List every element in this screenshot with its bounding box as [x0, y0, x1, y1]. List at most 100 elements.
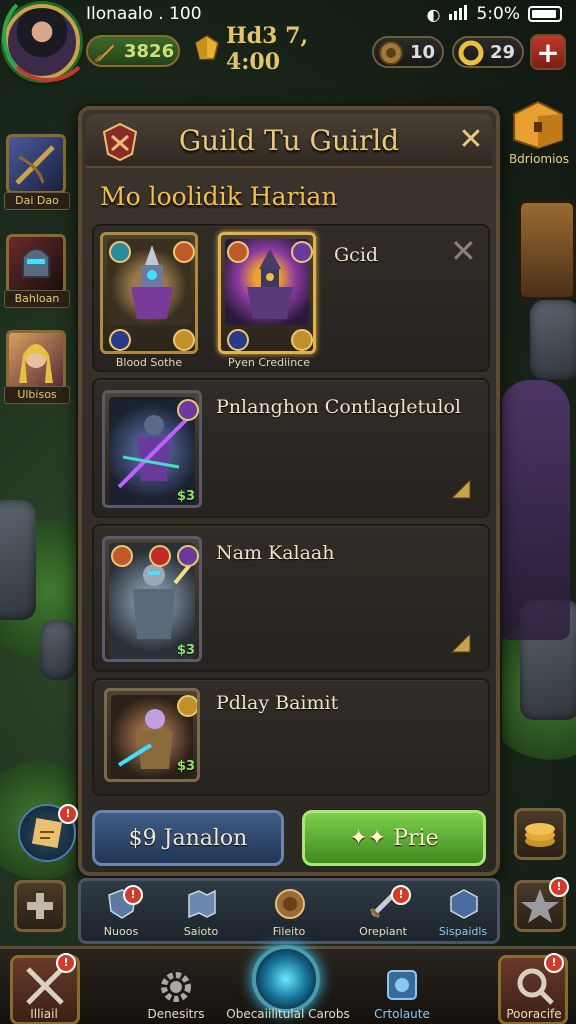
signal-icon [448, 4, 468, 25]
panel-subtitle: Mo loolidik Harian [100, 182, 338, 211]
row-title: Pdlay Baimit [216, 692, 339, 714]
sorceress-portrait-icon [19, 344, 53, 383]
hero-card[interactable] [100, 232, 198, 354]
row-title: Nam Kalaah [216, 542, 335, 564]
crossbow-icon [15, 145, 55, 185]
side-hero-3[interactable] [6, 330, 66, 390]
gem-value: Hd3 7, 4:00 [226, 23, 309, 75]
close-icon: ✕ [450, 232, 477, 270]
map-icon [188, 889, 216, 919]
gear-icon [161, 972, 191, 1002]
list-item[interactable]: $3 Pnlanghon Contlagletulol [92, 378, 490, 518]
notification-badge: ! [123, 885, 143, 905]
hero-card[interactable]: $3 [102, 390, 202, 508]
close-button[interactable]: ✕ [456, 125, 486, 156]
sub-tab-label: Nuoos [103, 925, 139, 938]
secondary-action-button[interactable]: ✦✦ Prie [302, 810, 486, 866]
hero-card[interactable]: $3 [104, 688, 200, 782]
list-item[interactable]: $3 Pdlay Baimit [92, 678, 490, 796]
nav-label: Obecaiilitulal Carobs [226, 1007, 350, 1021]
treasure-chest-icon [513, 100, 563, 150]
notification-badge: ! [58, 804, 78, 824]
portal-orb-icon [252, 945, 320, 1013]
sub-tab-label: Fileito [272, 925, 306, 938]
gold-value: 3826 [124, 40, 175, 62]
gold-ring-icon [458, 40, 484, 66]
sub-tab-1[interactable]: ! Nuoos [81, 885, 161, 943]
side-hero-1[interactable] [6, 134, 66, 194]
row-title: Pnlanghon Contlagletulol [216, 396, 461, 418]
sub-tab-label: Orepiant [359, 925, 407, 938]
sub-tab-5[interactable]: Sispaidls [423, 885, 503, 943]
chest-label: Bdriomios [508, 152, 570, 166]
battery-percent: 5:0% [476, 4, 520, 24]
notification-badge: ! [56, 953, 76, 973]
panel-title: Guild Tu Guirld [178, 124, 400, 157]
notification-badge: ! [549, 877, 569, 897]
right-coins-button[interactable] [514, 808, 566, 860]
hero-level: $3 [177, 759, 196, 774]
background-totem [518, 200, 576, 300]
sub-tab-3[interactable]: Fileito [249, 885, 329, 943]
coin-stack-icon [525, 823, 555, 847]
resource-a-value: 10 [410, 41, 436, 63]
sub-tab-bar: ! Nuoos Saioto Fileito ! Orepiant Sispai… [78, 878, 500, 944]
hero-card-icon [387, 970, 417, 1000]
nav-item-heroes[interactable]: Crtolaute [352, 953, 452, 1024]
battery-icon [528, 6, 562, 22]
gem-counter[interactable]: Hd3 7, 4:00 [190, 23, 340, 75]
guild-panel: Guild Tu Guirld ✕ Mo loolidik Harian Blo… [78, 106, 500, 876]
list-item[interactable]: $3 Nam Kalaah [92, 524, 490, 672]
side-hero-3-label: Ulbisos [4, 386, 70, 404]
background-warrior-right [500, 380, 570, 640]
sub-tab-2[interactable]: Saioto [161, 885, 241, 943]
resource-a-counter[interactable]: 10 [372, 36, 444, 68]
nav-label: Crtolaute [374, 1007, 430, 1021]
side-hero-2[interactable] [6, 234, 66, 294]
hero-level: $3 [177, 489, 196, 504]
sub-tab-4[interactable]: ! Orepiant [343, 885, 423, 943]
list-item[interactable]: Blood Sothe Pyen Crediince Gcid ✕ [92, 224, 490, 372]
add-currency-button[interactable]: + [530, 34, 566, 70]
primary-action-button[interactable]: $9 Janalon [92, 810, 284, 866]
status-left-text: Ilonaalo . 100 [86, 4, 202, 24]
nav-item-center[interactable]: Obecaiilitulal Carobs [226, 945, 350, 1024]
edit-arrow-icon[interactable] [448, 630, 474, 656]
hero-card[interactable] [218, 232, 316, 354]
sub-tab-label: Sispaidls [438, 925, 488, 938]
sword-currency-icon [93, 41, 115, 63]
hero-level: $3 [177, 643, 196, 658]
nav-label: Illiail [30, 1007, 58, 1021]
plus-icon: + [536, 35, 560, 69]
knight-helm-icon [22, 248, 50, 278]
side-hero-1-label: Dai Dao [4, 192, 70, 210]
nav-item-battle[interactable]: ! Illiail [0, 953, 100, 1024]
nav-label: Pooracife [506, 1007, 562, 1021]
sub-tab-label: Saioto [183, 925, 219, 938]
medallion-icon [275, 889, 305, 919]
notification-icon: ◐ [426, 4, 441, 24]
cube-icon [450, 889, 478, 919]
resource-b-counter[interactable]: 29 [452, 36, 524, 68]
nav-item-profile[interactable]: ! Pooracife [494, 953, 574, 1024]
side-hero-2-label: Bahloan [4, 290, 70, 308]
player-avatar[interactable] [2, 0, 94, 82]
hero-card[interactable]: $3 [102, 536, 202, 662]
resource-b-value: 29 [490, 41, 516, 63]
gold-counter[interactable]: 3826 [86, 35, 180, 67]
notification-badge: ! [544, 953, 564, 973]
bottom-nav: ! Illiail Denesitrs Obecaiilitulal Carob… [0, 945, 576, 1024]
row-title: Gcid [334, 244, 379, 266]
left-plus-button[interactable] [14, 880, 66, 932]
panel-header: Guild Tu Guirld ✕ [86, 114, 492, 168]
hero-card-caption: Blood Sothe [115, 356, 183, 369]
hero-card-caption: Pyen Crediince [228, 356, 310, 369]
plus-icon [27, 893, 53, 919]
notification-badge: ! [391, 885, 411, 905]
chest-button[interactable] [508, 98, 566, 150]
left-quest-button[interactable]: ! [18, 804, 78, 862]
remove-button[interactable]: ✕ [450, 232, 477, 270]
close-icon: ✕ [458, 122, 484, 157]
edit-arrow-icon[interactable] [448, 476, 474, 502]
right-star-button[interactable]: ! [514, 877, 569, 932]
